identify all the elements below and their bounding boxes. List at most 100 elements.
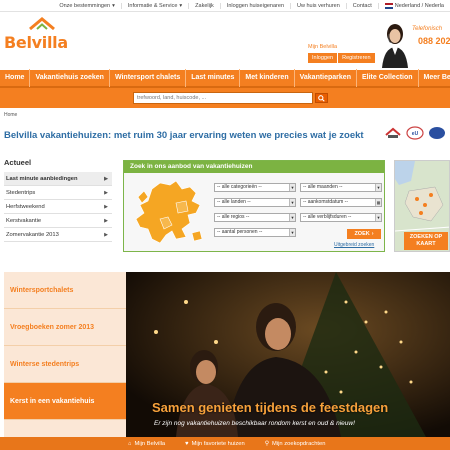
language-selector[interactable]: Nederland / Nederla xyxy=(377,3,450,9)
persons-select[interactable]: -- aantal personen -- ▼ xyxy=(214,228,296,237)
page-title: Belvilla vakantiehuizen: met ruim 30 jaa… xyxy=(4,130,364,141)
bottom-item-label: Mijn Belvilla xyxy=(134,440,166,447)
chevron-down-icon: ▼ xyxy=(289,229,295,236)
chevron-down-icon: ▼ xyxy=(289,184,295,191)
bottom-item-label: Mijn favoriete huizen xyxy=(191,440,245,447)
top-link-label: Onze bestemmingen xyxy=(59,3,111,9)
chevron-right-icon: › xyxy=(371,231,374,237)
netherlands-flag-icon xyxy=(384,3,393,9)
main-navigation: Home Vakantiehuis zoeken Wintersport cha… xyxy=(0,69,450,88)
phone-label: Telefonisch xyxy=(412,26,443,32)
chevron-down-icon: ▼ xyxy=(289,214,295,221)
promo-item-winter-chalets[interactable]: Wintersportchalets xyxy=(4,272,126,309)
promo-title: Samen genieten tijdens de feestdagen xyxy=(152,400,389,415)
nav-find-holiday-home[interactable]: Vakantiehuis zoeken xyxy=(30,69,110,87)
top-link-business[interactable]: Zakelijk xyxy=(188,3,220,9)
promo-menu: Wintersportchalets Vroegboeken zomer 201… xyxy=(4,272,126,437)
logo-text[interactable]: Belvilla xyxy=(4,33,68,52)
search-on-map-button[interactable]: ZOEKEN OP KAART xyxy=(404,232,448,250)
nav-holiday-parks[interactable]: Vakantieparken xyxy=(295,69,357,87)
sidebar-item-autumn-weekend[interactable]: Herfstweekend ▶ xyxy=(4,200,112,214)
top-link-owner-login[interactable]: Inloggen huiseigenaren xyxy=(219,3,290,9)
bottom-my-belvilla[interactable]: ⌂ Mijn Belvilla xyxy=(118,441,175,447)
sidebar-item-last-minute[interactable]: Last minute aanbiedingen ▶ xyxy=(4,172,112,186)
region-select[interactable]: -- alle regios -- ▼ xyxy=(214,213,296,222)
chevron-down-icon: ▾ xyxy=(112,3,115,9)
partner-logo-icon xyxy=(429,127,445,139)
nav-last-minutes[interactable]: Last minutes xyxy=(186,69,241,87)
search-icon xyxy=(318,94,325,102)
nav-elite-collection[interactable]: Elite Collection xyxy=(357,69,419,87)
award-logo-icon xyxy=(385,127,401,138)
search-button[interactable] xyxy=(315,93,328,103)
login-button[interactable]: Inloggen xyxy=(308,53,339,63)
bottom-item-label: Mijn zoekopdrachten xyxy=(272,440,326,447)
select-value: -- alle categorieën -- xyxy=(217,184,262,190)
breadcrumb[interactable]: Home xyxy=(4,112,17,118)
sidebar-item-label: Last minute aanbiedingen xyxy=(6,175,78,182)
chevron-down-icon: ▼ xyxy=(375,184,381,191)
chevron-down-icon: ▾ xyxy=(179,3,183,9)
login-buttons: Inloggen Registreren xyxy=(308,53,376,63)
chevron-down-icon: ▼ xyxy=(289,199,295,206)
top-link-destinations[interactable]: Onze bestemmingen ▾ xyxy=(53,3,121,9)
promo-item-christmas[interactable]: Kerst in een vakantiehuis xyxy=(4,383,126,420)
sidebar-item-summer-2013[interactable]: Zomervakantie 2013 ▶ xyxy=(4,228,112,242)
select-value: -- alle verblijfsduren -- xyxy=(303,214,352,220)
search-input[interactable] xyxy=(134,93,312,103)
promo-item-early-booking[interactable]: Vroegboeken zomer 2013 xyxy=(4,309,126,346)
chevron-right-icon: ▶ xyxy=(104,175,108,182)
select-value: -- alle landen -- xyxy=(217,199,251,205)
customer-service-agent-image xyxy=(382,24,408,68)
bottom-saved-searches[interactable]: ⚲ Mijn zoekopdrachten xyxy=(255,441,336,447)
bottom-toolbar: ⌂ Mijn Belvilla ♥ Mijn favoriete huizen ⚲ M… xyxy=(0,437,450,450)
month-select[interactable]: -- alle maanden -- ▼ xyxy=(300,183,382,192)
search-panel-title: Zoek in ons aanbod van vakantiehuizen xyxy=(124,161,384,173)
nav-home[interactable]: Home xyxy=(0,69,31,87)
certification-logo-icon: eU xyxy=(406,126,424,140)
chevron-right-icon: ▶ xyxy=(104,231,108,238)
top-link-rent-house[interactable]: Uw huis verhuren xyxy=(290,3,346,9)
bottom-favorite-houses[interactable]: ♥ Mijn favoriete huizen xyxy=(175,441,255,447)
promo-item-winter-city-trips[interactable]: Winterse stedentrips xyxy=(4,346,126,383)
top-utility-bar: Onze bestemmingen ▾ Informatie & Service ▾… xyxy=(0,0,450,12)
nav-more-belvilla[interactable]: Meer Bel xyxy=(419,69,450,87)
sidebar-title: Actueel xyxy=(4,158,32,167)
sidebar-item-christmas[interactable]: Kerstvakantie ▶ xyxy=(4,214,112,228)
country-select[interactable]: -- alle landen -- ▼ xyxy=(214,198,296,207)
home-icon: ⌂ xyxy=(128,440,132,447)
sidebar-item-label: Zomervakantie 2013 xyxy=(6,231,59,238)
nav-winter-chalets[interactable]: Wintersport chalets xyxy=(110,69,187,87)
select-value: -- aankomstdatum -- xyxy=(303,199,349,205)
promo-subtitle: Er zijn nog vakantiehuizen beschikbaar r… xyxy=(154,420,355,427)
zoek-button[interactable]: ZOEK › xyxy=(347,229,381,239)
advanced-search-link[interactable]: Uitgebreid zoeken xyxy=(334,242,374,248)
phone-number: 088 202 xyxy=(418,36,450,46)
chevron-down-icon: ▼ xyxy=(375,214,381,221)
duration-select[interactable]: -- alle verblijfsduren -- ▼ xyxy=(300,213,382,222)
top-link-contact[interactable]: Contact xyxy=(345,3,378,9)
heart-icon: ♥ xyxy=(185,440,189,447)
top-link-info[interactable]: Informatie & Service ▾ xyxy=(120,3,188,9)
nav-with-children[interactable]: Met kinderen xyxy=(240,69,295,87)
sidebar-list: Last minute aanbiedingen ▶ Stedentrips ▶ H… xyxy=(4,172,112,242)
category-select[interactable]: -- alle categorieën -- ▼ xyxy=(214,183,296,192)
arrival-date-field[interactable]: -- aankomstdatum -- ▦ xyxy=(300,198,382,207)
sidebar-item-label: Herfstweekend xyxy=(6,203,45,210)
search-icon: ⚲ xyxy=(264,440,269,447)
search-panel: Zoek in ons aanbod van vakantiehuizen --… xyxy=(123,160,385,252)
my-belvilla-label: Mijn Belvilla xyxy=(308,44,338,50)
register-button[interactable]: Registreren xyxy=(338,53,376,63)
top-link-label: Informatie & Service xyxy=(127,3,178,9)
select-value: -- aantal personen -- xyxy=(217,229,263,235)
chevron-right-icon: ▶ xyxy=(104,203,108,210)
chevron-right-icon: ▶ xyxy=(104,217,108,224)
europe-map[interactable] xyxy=(130,179,210,247)
calendar-icon: ▦ xyxy=(375,199,381,206)
sidebar-item-city-trips[interactable]: Stedentrips ▶ xyxy=(4,186,112,200)
award-logos: eU xyxy=(384,126,446,140)
select-value: -- alle maanden -- xyxy=(303,184,343,190)
sidebar-item-label: Kerstvakantie xyxy=(6,217,42,224)
top-links: Onze bestemmingen ▾ Informatie & Service ▾… xyxy=(53,0,450,12)
chevron-right-icon: ▶ xyxy=(104,189,108,196)
